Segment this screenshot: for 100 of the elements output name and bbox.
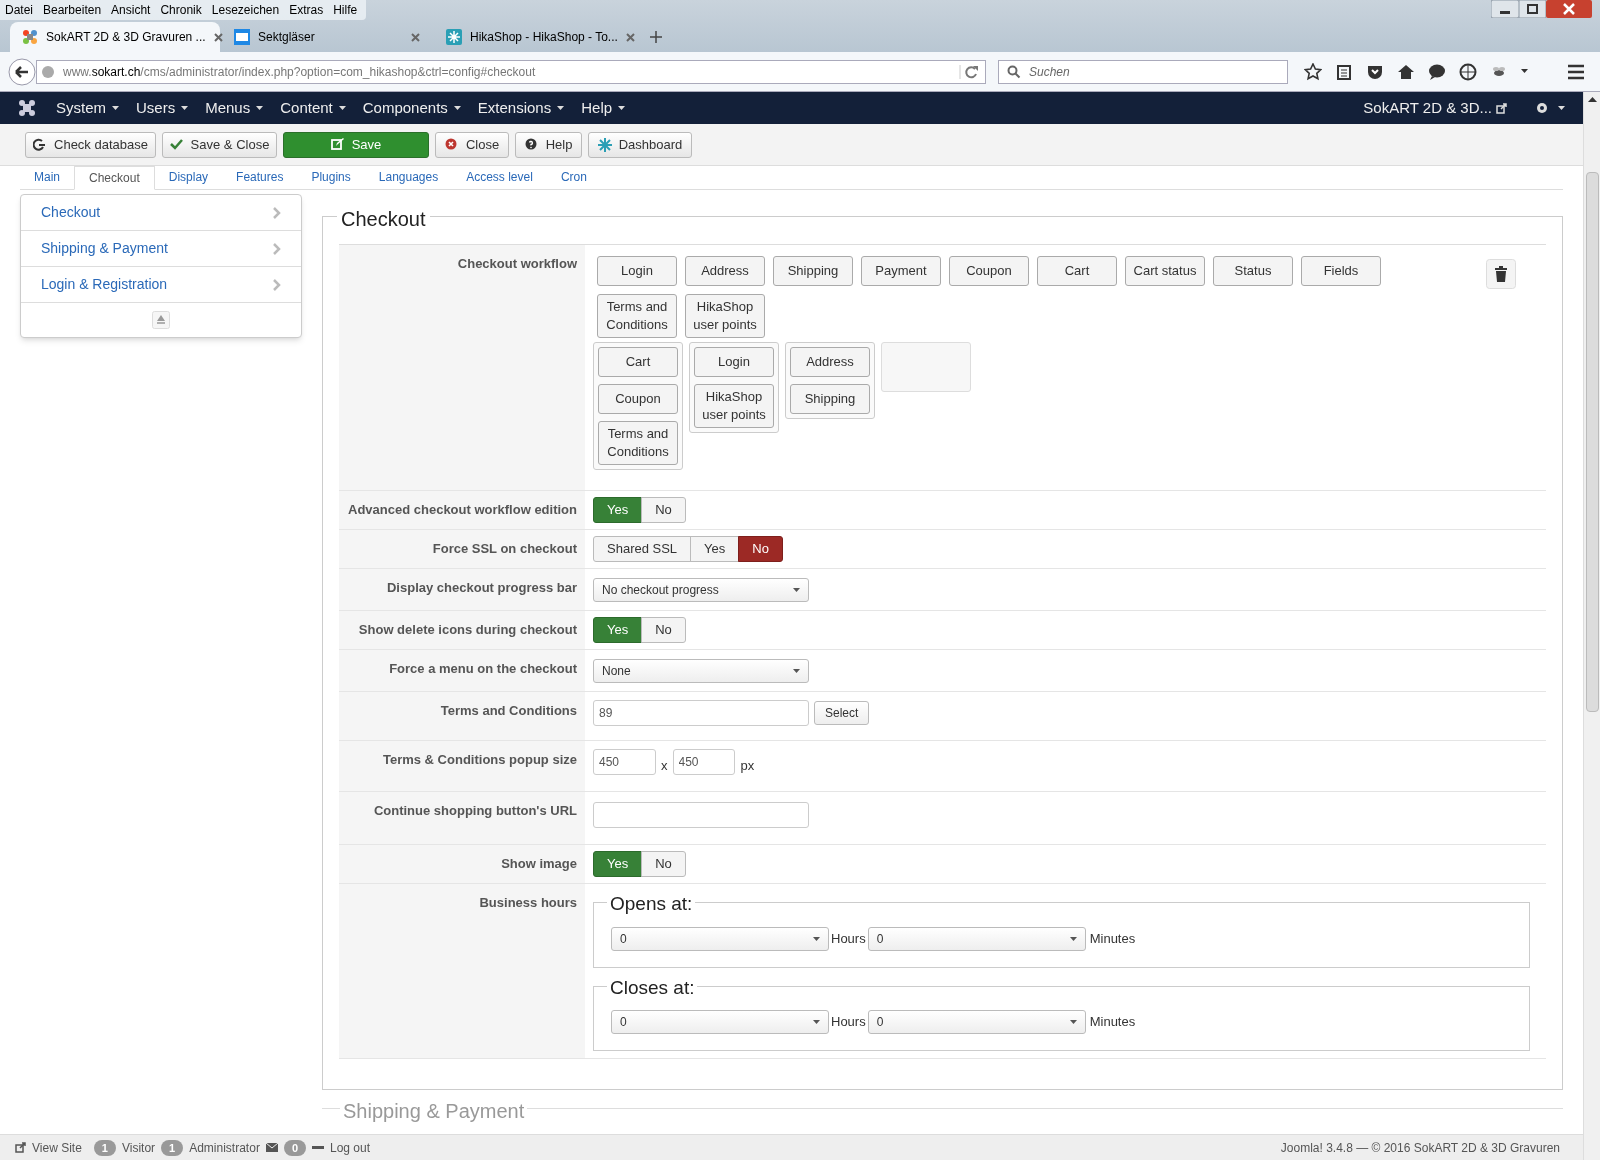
toggle-option[interactable]: Yes: [593, 617, 643, 643]
tab-close-icon[interactable]: [411, 32, 420, 42]
close-icon[interactable]: [1546, 0, 1592, 18]
browser-tab[interactable]: Sektgläser: [222, 22, 432, 52]
collapse-icon[interactable]: [152, 311, 170, 329]
toggle-option[interactable]: Yes: [593, 851, 643, 877]
dropdown[interactable]: 0: [611, 1010, 829, 1034]
browser-tab[interactable]: HikaShop - HikaShop - To...: [434, 22, 644, 52]
dropdown[interactable]: 0: [867, 1010, 1086, 1034]
config-tab[interactable]: Features: [222, 166, 298, 189]
toggle-option[interactable]: Yes: [690, 536, 740, 562]
workflow-step[interactable]: Shipping: [773, 256, 853, 286]
search-input[interactable]: Suchen: [1029, 62, 1279, 81]
workflow-step[interactable]: Cart: [1037, 256, 1117, 286]
admin-menu-item[interactable]: Extensions: [477, 96, 565, 120]
scrollbar[interactable]: [1583, 92, 1600, 1160]
search-field[interactable]: Suchen: [998, 59, 1288, 84]
menu-item[interactable]: Ansicht: [106, 1, 156, 19]
caret-icon: [1069, 936, 1077, 941]
chat-icon[interactable]: [1428, 62, 1446, 81]
toggle-option[interactable]: Yes: [593, 497, 643, 523]
toolbar-button[interactable]: Close: [435, 131, 509, 158]
config-tab[interactable]: Display: [154, 166, 223, 189]
toolbar-button[interactable]: Save & Close: [162, 131, 277, 158]
admin-menu-item[interactable]: System: [56, 96, 119, 120]
toggle-option[interactable]: Shared SSL: [593, 536, 692, 562]
menu-item[interactable]: Datei: [0, 1, 38, 19]
minimize-icon[interactable]: [1491, 0, 1519, 18]
workflow-step[interactable]: HikaShop user points: [694, 384, 774, 428]
workflow-step[interactable]: Login: [597, 256, 677, 286]
logout-link[interactable]: Log out: [330, 1138, 371, 1157]
sidebar-item[interactable]: Login & Registration: [21, 267, 301, 303]
workflow-step[interactable]: Terms and Conditions: [597, 294, 677, 338]
workflow-step[interactable]: HikaShop user points: [685, 294, 765, 338]
dropdown[interactable]: None: [593, 659, 809, 683]
menu-item[interactable]: Extras: [284, 1, 329, 19]
workflow-step[interactable]: Fields: [1301, 256, 1381, 286]
admin-menu-item[interactable]: Content: [280, 96, 346, 120]
admin-menu-item[interactable]: Users: [136, 96, 189, 120]
menu-item[interactable]: Bearbeiten: [38, 1, 107, 19]
config-tab[interactable]: Checkout: [74, 166, 155, 190]
tab-close-icon[interactable]: [213, 32, 223, 42]
joomla-logo-icon[interactable]: [18, 99, 36, 117]
config-tab[interactable]: Plugins: [297, 166, 365, 189]
trash-icon[interactable]: [1486, 259, 1516, 289]
workflow-step[interactable]: Terms and Conditions: [598, 421, 678, 465]
select-button[interactable]: Select: [814, 701, 870, 725]
menu-item[interactable]: Chronik: [155, 1, 207, 19]
workflow-step[interactable]: Payment: [861, 256, 941, 286]
config-tab[interactable]: Cron: [546, 166, 601, 189]
toggle-option[interactable]: No: [641, 617, 686, 643]
admin-menu-item[interactable]: Menus: [205, 96, 264, 120]
clipboard-icon[interactable]: [1335, 62, 1353, 81]
config-tab[interactable]: Main: [20, 166, 74, 189]
config-tab[interactable]: Languages: [364, 166, 453, 189]
height-field[interactable]: 450: [672, 749, 735, 775]
back-icon[interactable]: [8, 57, 36, 86]
browser-tab[interactable]: SokART 2D & 3D Gravuren ...: [10, 22, 220, 52]
caret-icon: [813, 936, 820, 941]
settings-icon[interactable]: [1535, 101, 1549, 115]
workflow-step[interactable]: Coupon: [949, 256, 1029, 286]
dropdown-caret-icon[interactable]: [1521, 69, 1530, 74]
sidebar-item[interactable]: Shipping & Payment: [21, 231, 301, 267]
tab-close-icon[interactable]: [625, 32, 635, 42]
caret-icon: [453, 106, 461, 110]
width-field[interactable]: 450: [593, 749, 656, 775]
workflow-step[interactable]: Address: [685, 256, 765, 286]
workflow-step[interactable]: Shipping: [790, 384, 870, 414]
toolbar-button[interactable]: Help: [515, 131, 582, 158]
bookmark-star-icon[interactable]: [1304, 62, 1322, 81]
dropdown[interactable]: 0: [611, 926, 829, 951]
workflow-step[interactable]: Coupon: [598, 384, 678, 414]
toolbar-button[interactable]: Dashboard: [588, 131, 692, 158]
input-field[interactable]: [593, 802, 809, 828]
toolbar-button[interactable]: Check database: [25, 131, 156, 158]
workflow-step[interactable]: Status: [1213, 256, 1293, 286]
menu-item[interactable]: Hilfe: [328, 1, 363, 19]
workflow-step[interactable]: Cart status: [1125, 256, 1205, 286]
sidebar-item[interactable]: Checkout: [21, 195, 301, 231]
admin-menu-item[interactable]: Components: [362, 96, 461, 120]
dropdown[interactable]: 0: [867, 926, 1086, 951]
workflow-step[interactable]: Login: [694, 347, 774, 377]
toggle-option[interactable]: No: [738, 536, 783, 562]
workflow-step[interactable]: Address: [790, 347, 870, 377]
dropdown[interactable]: No checkout progress: [593, 578, 809, 602]
reload-icon[interactable]: [959, 64, 981, 79]
maximize-icon[interactable]: [1519, 0, 1546, 18]
site-link[interactable]: SokART 2D & 3D...: [1363, 96, 1492, 120]
toggle-option[interactable]: No: [641, 497, 686, 523]
workflow-step[interactable]: Cart: [598, 347, 678, 377]
toggle-option[interactable]: No: [641, 851, 686, 877]
view-site-link[interactable]: View Site: [32, 1138, 82, 1157]
unit-text: px: [740, 756, 755, 775]
admin-menu-item[interactable]: Help: [581, 96, 626, 120]
config-tab[interactable]: Access level: [452, 166, 547, 189]
menu-item[interactable]: Lesezeichen: [206, 1, 285, 19]
menu-icon[interactable]: [1567, 63, 1585, 80]
input-field[interactable]: 89: [593, 700, 809, 726]
home-icon[interactable]: [1397, 62, 1415, 81]
toolbar-button[interactable]: Save: [283, 131, 429, 158]
